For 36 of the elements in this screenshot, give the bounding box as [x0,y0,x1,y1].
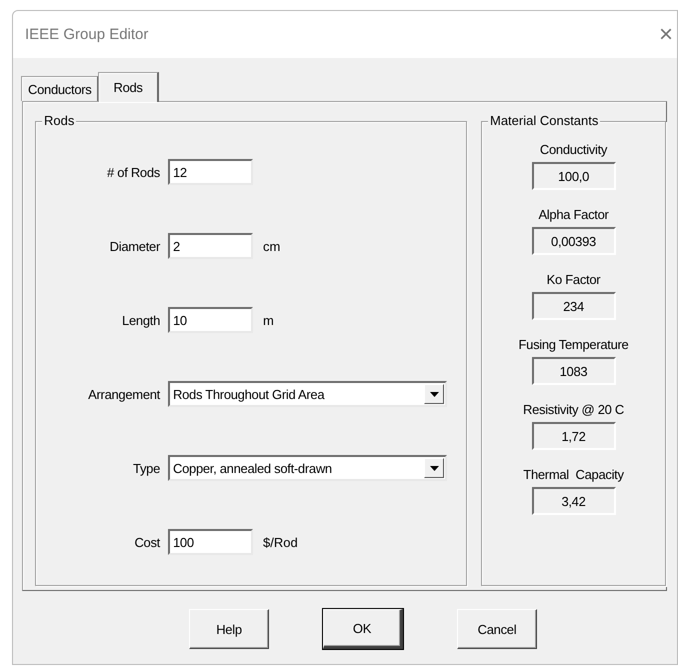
caret-icon [430,392,438,396]
close-icon[interactable]: × [658,22,673,46]
unit-label: m [263,312,274,328]
dialog-button[interactable]: Cancel [457,609,537,649]
input-field[interactable]: 2 [168,233,253,259]
input-field[interactable]: 12 [168,159,253,185]
readout-field: 100,0 [532,162,616,190]
unit-label: cm [263,238,280,254]
field-label: # of Rods [106,164,161,180]
constant-label: Conductivity [540,142,608,157]
constant-label: Alpha Factor [538,207,609,222]
constant-label: Thermal Capacity [523,467,624,482]
readout-field: 0,00393 [532,227,616,255]
dialog-button[interactable]: Help [189,609,269,649]
constant-label: Fusing Temperature [518,337,628,352]
readout-field: 3,42 [532,487,616,515]
window-title: IEEE Group Editor [25,26,148,43]
field-label: Diameter [108,238,162,254]
tab[interactable]: Conductors [21,76,98,101]
tab[interactable]: Rods [98,72,159,102]
field-label: Length [121,312,161,328]
readout-field: 1,72 [532,422,616,450]
dropdown-field[interactable]: Rods Throughout Grid Area [168,381,447,407]
dropdown-field[interactable]: Copper, annealed soft-drawn [168,455,447,481]
input-field[interactable]: 10 [168,307,253,333]
constant-label: Resistivity @ 20 C [523,402,624,417]
input-field[interactable]: 100 [168,529,253,555]
unit-label: $/Rod [263,534,298,550]
readout-field: 1083 [532,357,616,385]
field-label: Arrangement [87,386,162,402]
field-label: Cost [133,534,162,550]
constant-label: Ko Factor [546,272,600,287]
dialog-button[interactable]: OK [323,609,403,649]
caret-icon [430,466,438,470]
readout-field: 234 [532,292,616,320]
field-label: Type [132,460,161,476]
